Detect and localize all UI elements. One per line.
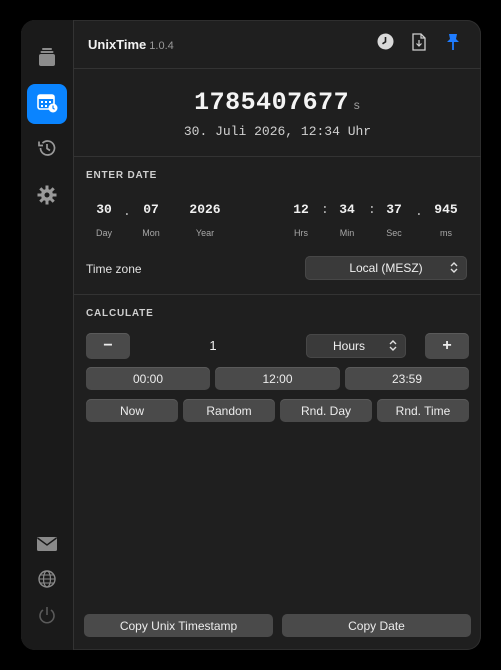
- power-icon: [37, 605, 57, 630]
- chevron-updown-icon: [389, 339, 397, 355]
- seconds-field[interactable]: 37: [379, 202, 409, 217]
- time-preset-button[interactable]: 00:00: [86, 367, 210, 390]
- year-label: Year: [195, 228, 215, 238]
- random-day-button[interactable]: Rnd. Day: [280, 399, 372, 422]
- random-time-button[interactable]: Rnd. Time: [377, 399, 469, 422]
- time-separator: :: [321, 202, 329, 217]
- pin-button[interactable]: [444, 33, 462, 56]
- timezone-select[interactable]: Local (MESZ): [305, 256, 467, 280]
- globe-icon: [37, 569, 57, 594]
- history-icon: [36, 137, 58, 164]
- sidebar-item-stack[interactable]: [27, 39, 67, 79]
- minutes-label: Min: [339, 228, 355, 238]
- random-button[interactable]: Random: [183, 399, 275, 422]
- month-label: Mon: [142, 228, 160, 238]
- milliseconds-label: ms: [440, 228, 452, 238]
- time-separator: :: [368, 202, 376, 217]
- timestamp-display: 1785407677 s 30. Juli 2026, 12:34 Uhr: [74, 68, 481, 157]
- mail-icon: [36, 536, 58, 557]
- app-name: UnixTime: [88, 37, 147, 52]
- clock-icon: [377, 33, 394, 55]
- globe-button[interactable]: [35, 569, 59, 593]
- timezone-value: Local (MESZ): [349, 261, 423, 275]
- document-icon: [411, 32, 427, 56]
- sidebar-item-calendar[interactable]: [27, 84, 67, 124]
- divider: [74, 294, 481, 295]
- hours-label: Hrs: [294, 228, 308, 238]
- time-preset-button[interactable]: 12:00: [215, 367, 340, 390]
- timestamp-date: 30. Juli 2026, 12:34 Uhr: [183, 124, 372, 139]
- clock-button[interactable]: [376, 33, 394, 55]
- header: UnixTime 1.0.4: [74, 20, 481, 69]
- sidebar-item-settings[interactable]: [27, 177, 67, 217]
- calculate-title: CALCULATE: [86, 308, 154, 319]
- mail-button[interactable]: [35, 534, 59, 558]
- unit-value: Hours: [332, 339, 365, 353]
- minutes-field[interactable]: 34: [332, 202, 362, 217]
- app-version: 1.0.4: [149, 40, 174, 52]
- enter-date-title: ENTER DATE: [86, 170, 158, 181]
- amount-value[interactable]: 1: [204, 338, 222, 353]
- day-label: Day: [95, 228, 112, 238]
- stack-icon: [36, 46, 58, 73]
- calendar-icon: [36, 91, 58, 118]
- sidebar-item-history[interactable]: [27, 130, 67, 170]
- main-panel: UnixTime 1.0.4 1785407677 s 30. Juli 202…: [74, 20, 481, 650]
- pin-icon: [445, 33, 461, 56]
- seconds-label: Sec: [386, 228, 402, 238]
- date-separator: .: [123, 204, 131, 219]
- copy-timestamp-button[interactable]: Copy Unix Timestamp: [84, 614, 273, 637]
- month-field[interactable]: 07: [133, 202, 169, 217]
- now-button[interactable]: Now: [86, 399, 178, 422]
- timezone-label: Time zone: [86, 262, 142, 276]
- quit-button[interactable]: [35, 605, 59, 629]
- copy-date-button[interactable]: Copy Date: [282, 614, 471, 637]
- sidebar: [21, 20, 74, 650]
- decrement-button[interactable]: −: [86, 333, 130, 359]
- gear-icon: [36, 184, 58, 211]
- chevron-updown-icon: [450, 261, 458, 277]
- timestamp-value[interactable]: 1785407677: [194, 88, 349, 117]
- year-field[interactable]: 2026: [178, 202, 232, 217]
- increment-button[interactable]: +: [425, 333, 469, 359]
- ms-separator: .: [415, 204, 423, 219]
- time-preset-button[interactable]: 23:59: [345, 367, 469, 390]
- milliseconds-field[interactable]: 945: [426, 202, 466, 217]
- hours-field[interactable]: 12: [286, 202, 316, 217]
- unit-select[interactable]: Hours: [306, 334, 406, 358]
- timestamp-value-row: 1785407677 s: [74, 88, 481, 117]
- app-title: UnixTime 1.0.4: [88, 37, 174, 52]
- app-window: UnixTime 1.0.4 1785407677 s 30. Juli 202…: [21, 20, 481, 650]
- day-field[interactable]: 30: [86, 202, 122, 217]
- export-button[interactable]: [410, 32, 428, 56]
- timestamp-unit: s: [353, 99, 361, 113]
